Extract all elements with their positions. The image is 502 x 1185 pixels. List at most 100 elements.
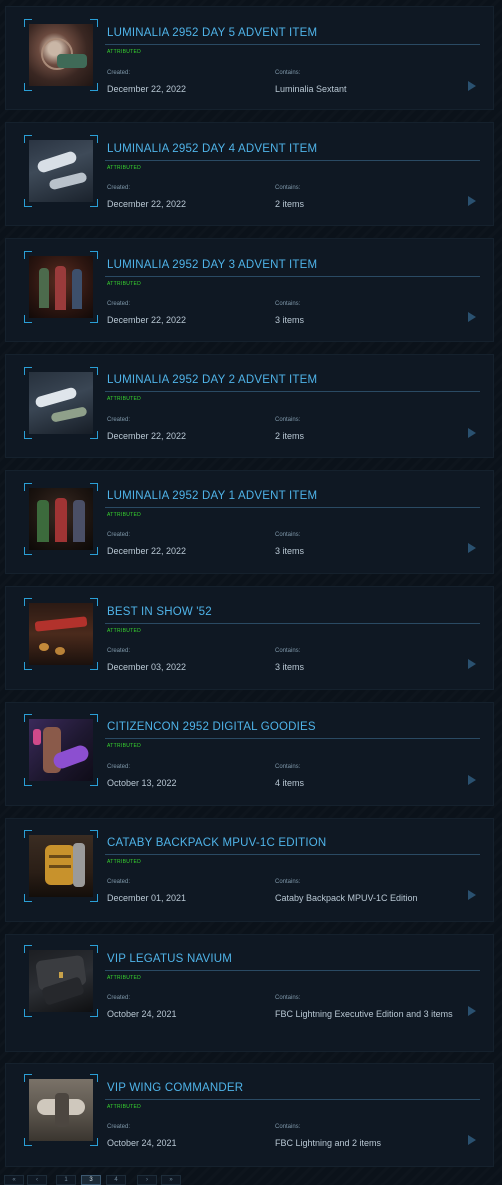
hangar-thumbnail-icon	[29, 1079, 93, 1141]
expand-arrow-icon[interactable]	[468, 81, 476, 91]
expand-arrow-icon[interactable]	[468, 890, 476, 900]
contains-value: 3 items	[275, 546, 305, 556]
pledge-card[interactable]: LUMINALIA 2952 DAY 4 ADVENT ITEM ATTRIBU…	[5, 122, 494, 226]
pledge-title[interactable]: LUMINALIA 2952 DAY 3 ADVENT ITEM	[107, 259, 317, 271]
ship-thumbnail-icon	[29, 140, 93, 202]
pledge-card[interactable]: CITIZENCON 2952 DIGITAL GOODIES ATTRIBUT…	[5, 702, 494, 806]
contains-label: Contains:	[275, 185, 301, 191]
pledge-thumbnail[interactable]	[24, 135, 98, 207]
table-thumbnail-icon	[29, 603, 93, 665]
contains-value: 2 items	[275, 431, 305, 441]
current-page-button[interactable]: 3	[81, 1175, 101, 1185]
pledge-card[interactable]: VIP LEGATUS NAVIUM ATTRIBUTED Created: O…	[5, 934, 494, 1052]
status-badge: ATTRIBUTED	[107, 743, 142, 749]
pledge-card[interactable]: LUMINALIA 2952 DAY 5 ADVENT ITEM ATTRIBU…	[5, 6, 494, 110]
contains-value: FBC Lightning and 2 items	[275, 1138, 382, 1148]
contains-label: Contains:	[275, 1124, 301, 1130]
title-divider	[105, 160, 480, 161]
last-page-button[interactable]: »	[161, 1175, 181, 1185]
status-badge: ATTRIBUTED	[107, 1104, 142, 1110]
expand-arrow-icon[interactable]	[468, 1135, 476, 1145]
title-divider	[105, 44, 480, 45]
expand-arrow-icon[interactable]	[468, 1006, 476, 1016]
pledge-title[interactable]: LUMINALIA 2952 DAY 2 ADVENT ITEM	[107, 374, 317, 386]
created-label: Created:	[107, 648, 131, 654]
title-divider	[105, 1099, 480, 1100]
pledge-card[interactable]: VIP WING COMMANDER ATTRIBUTED Created: O…	[5, 1063, 494, 1167]
status-badge: ATTRIBUTED	[107, 628, 142, 634]
status-badge: ATTRIBUTED	[107, 165, 142, 171]
pledge-title[interactable]: VIP WING COMMANDER	[107, 1082, 243, 1094]
pledge-thumbnail[interactable]	[24, 367, 98, 439]
title-divider	[105, 854, 480, 855]
sextant-thumbnail-icon	[29, 24, 93, 86]
status-badge: ATTRIBUTED	[107, 396, 142, 402]
page-button[interactable]: 4	[106, 1175, 126, 1185]
pledge-card[interactable]: LUMINALIA 2952 DAY 1 ADVENT ITEM ATTRIBU…	[5, 470, 494, 574]
pledge-card[interactable]: CATABY BACKPACK MPUV-1C EDITION ATTRIBUT…	[5, 818, 494, 922]
page-button[interactable]: 1	[56, 1175, 76, 1185]
created-date: December 22, 2022	[107, 199, 187, 209]
contains-value: 3 items	[275, 315, 305, 325]
created-label: Created:	[107, 301, 131, 307]
created-date: December 22, 2022	[107, 546, 187, 556]
expand-arrow-icon[interactable]	[468, 775, 476, 785]
pagination: « ‹ 1 3 4 › »	[0, 1172, 502, 1185]
contains-value: 4 items	[275, 778, 305, 788]
title-divider	[105, 276, 480, 277]
status-badge: ATTRIBUTED	[107, 975, 142, 981]
pledge-thumbnail[interactable]	[24, 483, 98, 555]
expand-arrow-icon[interactable]	[468, 196, 476, 206]
contains-label: Contains:	[275, 764, 301, 770]
contains-value: 3 items	[275, 662, 305, 672]
pledge-title[interactable]: CATABY BACKPACK MPUV-1C EDITION	[107, 837, 326, 849]
expand-arrow-icon[interactable]	[468, 312, 476, 322]
pledge-title[interactable]: CITIZENCON 2952 DIGITAL GOODIES	[107, 721, 316, 733]
created-date: December 22, 2022	[107, 431, 187, 441]
title-divider	[105, 970, 480, 971]
characters-thumbnail-icon	[29, 488, 93, 550]
created-label: Created:	[107, 764, 131, 770]
created-label: Created:	[107, 417, 131, 423]
pledge-title[interactable]: BEST IN SHOW '52	[107, 606, 212, 618]
pledge-thumbnail[interactable]	[24, 251, 98, 323]
pledge-thumbnail[interactable]	[24, 714, 98, 786]
status-badge: ATTRIBUTED	[107, 512, 142, 518]
contains-label: Contains:	[275, 995, 301, 1001]
first-page-button[interactable]: «	[4, 1175, 24, 1185]
contains-label: Contains:	[275, 532, 301, 538]
contains-value: FBC Lightning Executive Edition and 3 it…	[275, 1009, 453, 1019]
created-label: Created:	[107, 995, 131, 1001]
pledge-card[interactable]: LUMINALIA 2952 DAY 3 ADVENT ITEM ATTRIBU…	[5, 238, 494, 342]
created-label: Created:	[107, 879, 131, 885]
pledge-thumbnail[interactable]	[24, 945, 98, 1017]
expand-arrow-icon[interactable]	[468, 543, 476, 553]
prev-page-button[interactable]: ‹	[27, 1175, 47, 1185]
created-date: December 22, 2022	[107, 84, 187, 94]
created-date: December 22, 2022	[107, 315, 187, 325]
pledge-thumbnail[interactable]	[24, 598, 98, 670]
next-page-button[interactable]: ›	[137, 1175, 157, 1185]
pledge-title[interactable]: VIP LEGATUS NAVIUM	[107, 953, 232, 965]
jacket-thumbnail-icon	[29, 950, 93, 1012]
pledge-title[interactable]: LUMINALIA 2952 DAY 5 ADVENT ITEM	[107, 27, 317, 39]
status-badge: ATTRIBUTED	[107, 49, 142, 55]
created-date: October 24, 2021	[107, 1009, 177, 1019]
pledge-card[interactable]: LUMINALIA 2952 DAY 2 ADVENT ITEM ATTRIBU…	[5, 354, 494, 458]
expand-arrow-icon[interactable]	[468, 428, 476, 438]
expand-arrow-icon[interactable]	[468, 659, 476, 669]
pledge-card[interactable]: BEST IN SHOW '52 ATTRIBUTED Created: Dec…	[5, 586, 494, 690]
status-badge: ATTRIBUTED	[107, 859, 142, 865]
pledge-title[interactable]: LUMINALIA 2952 DAY 1 ADVENT ITEM	[107, 490, 317, 502]
created-date: December 01, 2021	[107, 893, 187, 903]
ship-thumbnail-icon	[29, 372, 93, 434]
title-divider	[105, 391, 480, 392]
created-label: Created:	[107, 532, 131, 538]
pledge-thumbnail[interactable]	[24, 1074, 98, 1146]
title-divider	[105, 623, 480, 624]
armor-thumbnail-icon	[29, 719, 93, 781]
pledge-title[interactable]: LUMINALIA 2952 DAY 4 ADVENT ITEM	[107, 143, 317, 155]
pledge-thumbnail[interactable]	[24, 830, 98, 902]
contains-value: Cataby Backpack MPUV-1C Edition	[275, 893, 418, 903]
pledge-thumbnail[interactable]	[24, 19, 98, 91]
